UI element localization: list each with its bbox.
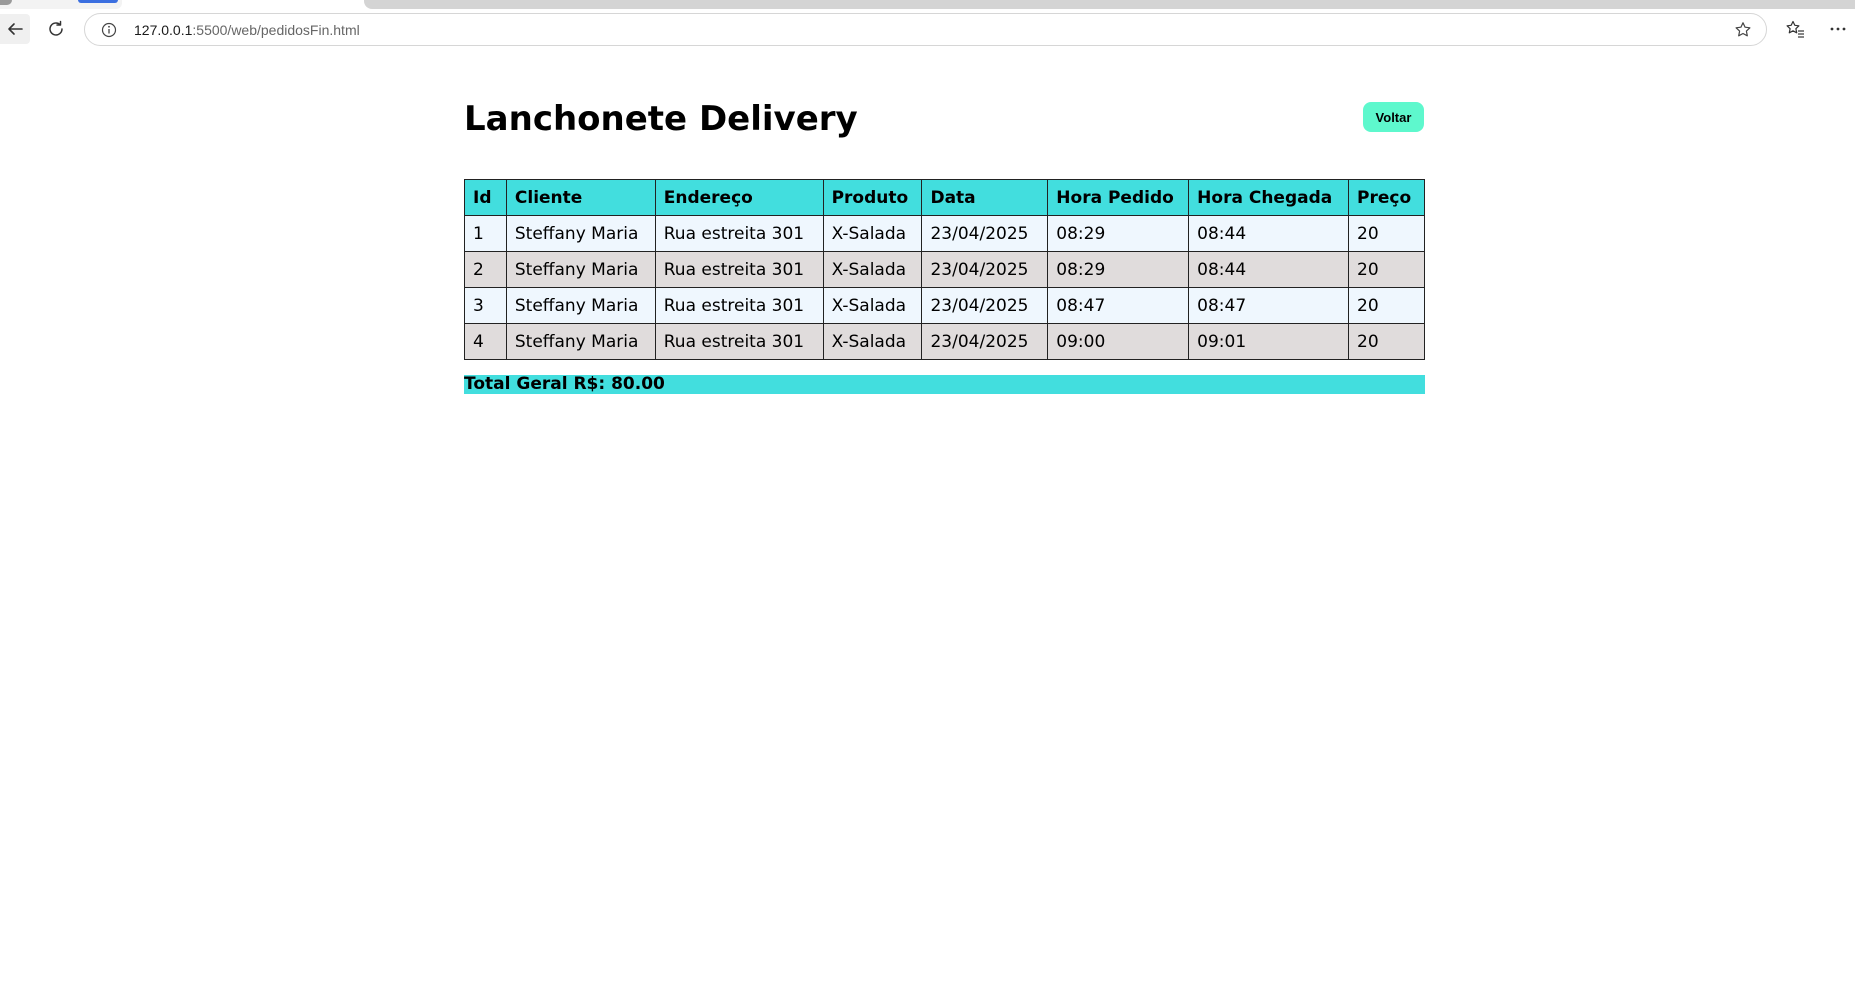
cell-preco: 20 (1348, 251, 1425, 288)
orders-table: Id Cliente Endereço Produto Data Hora Pe… (464, 179, 1425, 360)
cell-produto: X-Salada (822, 323, 923, 360)
more-icon (1830, 27, 1846, 31)
active-tab-indicator (78, 0, 118, 3)
back-button[interactable] (0, 14, 30, 44)
address-bar[interactable]: 127.0.0.1:5500/web/pedidosFin.html (84, 13, 1767, 46)
page-title: Lanchonete Delivery (464, 99, 858, 139)
cell-cliente: Steffany Maria (505, 251, 656, 288)
cell-id: 1 (464, 215, 507, 252)
column-header-hora-pedido: Hora Pedido (1047, 179, 1190, 216)
table-row: 3 Steffany Maria Rua estreita 301 X-Sala… (464, 287, 1425, 324)
column-header-hora-chegada: Hora Chegada (1188, 179, 1350, 216)
cell-data: 23/04/2025 (921, 323, 1049, 360)
column-header-produto: Produto (822, 179, 923, 216)
cell-hora-pedido: 08:29 (1047, 215, 1190, 252)
cell-produto: X-Salada (822, 287, 923, 324)
cell-produto: X-Salada (822, 215, 923, 252)
cell-id: 2 (464, 251, 507, 288)
cell-hora-pedido: 08:47 (1047, 287, 1190, 324)
star-icon[interactable] (1734, 21, 1752, 39)
cell-hora-chegada: 08:44 (1188, 215, 1350, 252)
browser-chrome: 127.0.0.1:5500/web/pedidosFin.html (0, 0, 1855, 57)
cell-cliente: Steffany Maria (505, 323, 656, 360)
cell-endereco: Rua estreita 301 (654, 287, 824, 324)
total-summary: Total Geral R$: 80.00 (464, 375, 1425, 394)
cell-hora-chegada: 08:44 (1188, 251, 1350, 288)
url-text[interactable]: 127.0.0.1:5500/web/pedidosFin.html (134, 22, 360, 38)
cell-data: 23/04/2025 (921, 215, 1049, 252)
cell-hora-chegada: 09:01 (1188, 323, 1350, 360)
cell-preco: 20 (1348, 215, 1425, 252)
cell-hora-pedido: 09:00 (1047, 323, 1190, 360)
column-header-id: Id (464, 179, 507, 216)
info-icon[interactable] (101, 22, 117, 38)
voltar-button[interactable]: Voltar (1363, 102, 1424, 132)
column-header-preco: Preço (1348, 179, 1425, 216)
reload-button[interactable] (41, 14, 71, 44)
reload-icon (49, 20, 63, 36)
column-header-endereco: Endereço (654, 179, 824, 216)
favorites-button[interactable] (1784, 18, 1806, 40)
table-row: 2 Steffany Maria Rua estreita 301 X-Sala… (464, 251, 1425, 288)
cell-produto: X-Salada (822, 251, 923, 288)
cell-data: 23/04/2025 (921, 251, 1049, 288)
cell-preco: 20 (1348, 287, 1425, 324)
column-header-data: Data (921, 179, 1049, 216)
cell-id: 4 (464, 323, 507, 360)
table-header-row: Id Cliente Endereço Produto Data Hora Pe… (464, 179, 1425, 216)
url-host: 127.0.0.1 (134, 22, 193, 38)
table-row: 4 Steffany Maria Rua estreita 301 X-Sala… (464, 323, 1425, 360)
inactive-tab-area[interactable] (364, 0, 1855, 9)
arrow-left-icon (8, 23, 23, 35)
cell-cliente: Steffany Maria (505, 215, 656, 252)
column-header-cliente: Cliente (505, 179, 656, 216)
cell-endereco: Rua estreita 301 (654, 251, 824, 288)
url-path: :5500/web/pedidosFin.html (192, 22, 360, 38)
cell-hora-chegada: 08:47 (1188, 287, 1350, 324)
tab-strip (0, 0, 1855, 9)
cell-preco: 20 (1348, 323, 1425, 360)
table-row: 1 Steffany Maria Rua estreita 301 X-Sala… (464, 215, 1425, 252)
cell-endereco: Rua estreita 301 (654, 215, 824, 252)
favorites-icon (1786, 20, 1804, 38)
cell-cliente: Steffany Maria (505, 287, 656, 324)
cell-data: 23/04/2025 (921, 287, 1049, 324)
cell-id: 3 (464, 287, 507, 324)
menu-button[interactable] (1827, 18, 1849, 40)
cell-hora-pedido: 08:29 (1047, 251, 1190, 288)
cell-endereco: Rua estreita 301 (654, 323, 824, 360)
